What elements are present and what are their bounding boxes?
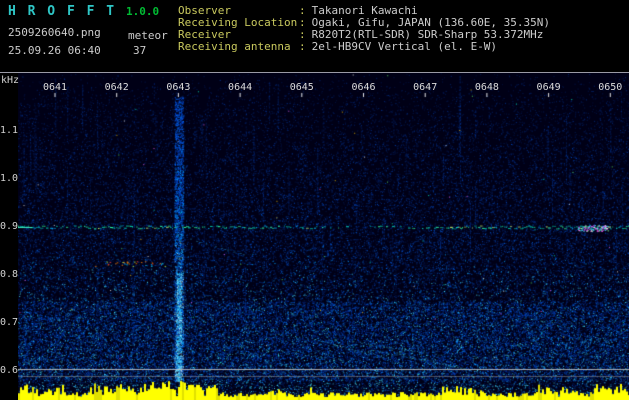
app-version: 1.0.0 (126, 5, 160, 18)
y-tick-label: 0.9 (0, 221, 19, 232)
y-tick-label: 0.8 (0, 269, 19, 280)
y-tick-label: 0.6 (0, 365, 19, 376)
station-info-row: Receiving antenna:2el-HB9CV Vertical (el… (178, 41, 550, 53)
app-title: H R O F F T (8, 4, 117, 19)
info-colon: : (299, 40, 306, 53)
echo-count: 37 (133, 44, 147, 57)
spectrogram-panel: kHz 1.1 1.0 0.9 0.8 0.7 0.6 0641 0642 0643 0644 0… (0, 73, 629, 400)
output-filename: 2509260640.png (8, 26, 101, 39)
info-label: Receiving antenna (178, 40, 291, 53)
y-tick-label: 1.1 (0, 125, 19, 136)
info-value: 2el-HB9CV Vertical (el. E-W) (311, 40, 498, 53)
hrofft-screen: H R O F F T 1.0.0 2509260640.png meteor … (0, 0, 629, 400)
mode-label: meteor (128, 29, 168, 42)
y-axis-unit-label: kHz (1, 75, 20, 86)
y-tick-label: 1.0 (0, 173, 19, 184)
spectrogram-canvas (18, 73, 629, 400)
station-info: Observer: Takanori Kawachi Receiving Loca… (178, 5, 550, 53)
header: H R O F F T 1.0.0 2509260640.png meteor … (0, 0, 629, 72)
y-tick-label: 0.7 (0, 317, 19, 328)
datetime-label: 25.09.26 06:40 (8, 44, 101, 57)
